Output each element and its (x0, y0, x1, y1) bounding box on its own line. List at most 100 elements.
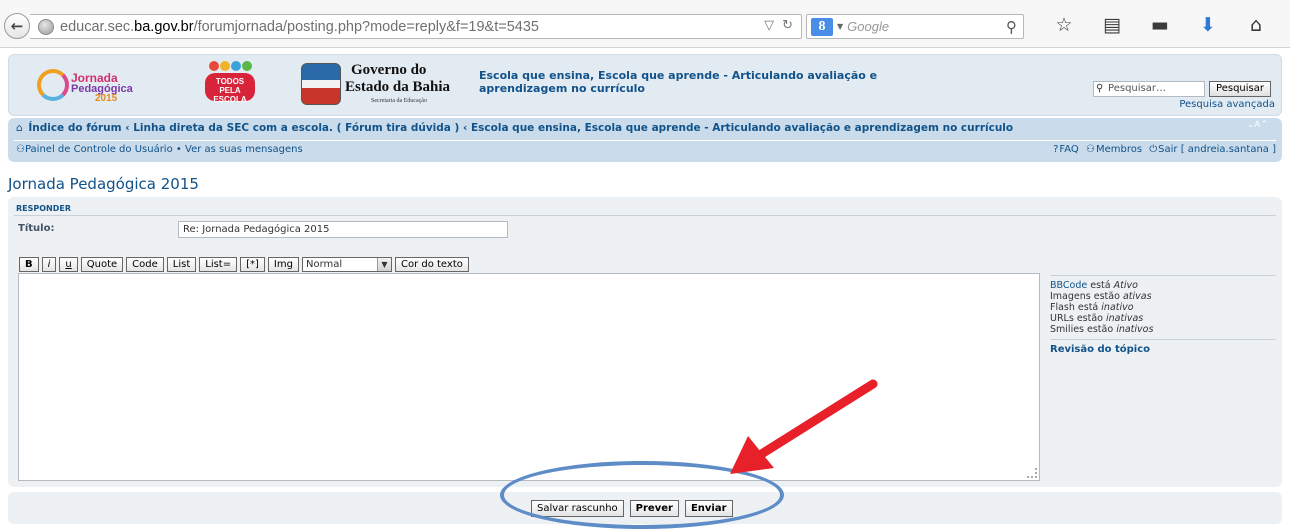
italic-button[interactable]: i (41, 257, 57, 272)
forum-search-button[interactable]: Pesquisar (1209, 81, 1271, 97)
quote-button[interactable]: Quote (80, 257, 124, 272)
images-status: Imagens estão ativas (1050, 291, 1276, 302)
logo-text: TODOS (215, 77, 245, 86)
search-placeholder: Pesquisar… (1108, 83, 1166, 94)
font-size-value: Normal (305, 259, 343, 270)
address-bar[interactable]: educar.sec.ba.gov.br/forumjornada/postin… (30, 14, 802, 39)
members-icon: ⚇ (1085, 144, 1095, 155)
ordered-list-button[interactable]: List= (199, 257, 238, 272)
title-label: Título: (18, 223, 55, 234)
logo-ring-icon (37, 69, 69, 101)
bbcode-link[interactable]: BBCode (1050, 280, 1087, 291)
user-icon: ⚇ (16, 144, 25, 155)
dropdown-icon[interactable]: ▽ (764, 18, 774, 33)
browser-toolbar: ← educar.sec.ba.gov.br/forumjornada/post… (0, 0, 1290, 48)
browser-toolbar-icons: ☆ ▤ ▬ ⬇ ⌂ (1040, 11, 1280, 39)
house-icon: ⌂ (16, 122, 23, 134)
logo-jornada-pedagogica[interactable]: Jornada Pedagógica 2015 (35, 65, 147, 105)
logo-heads-icon (201, 61, 259, 71)
title-input[interactable]: Re: Jornada Pedagógica 2015 (178, 221, 508, 238)
download-icon[interactable]: ⬇ (1184, 11, 1232, 39)
search-engine-icon[interactable]: 8 (811, 17, 833, 36)
status-value: Ativo (1113, 280, 1138, 291)
breadcrumb-text[interactable]: Índice do fórum ‹ Linha direta da SEC co… (28, 122, 1013, 134)
bbcode-toolbar: B i u Quote Code List List= [*] Img Norm… (19, 257, 469, 272)
image-button[interactable]: Img (267, 257, 299, 272)
status-text: Flash está (1050, 302, 1099, 313)
logo-text: Estado da Bahia (345, 79, 451, 95)
bbcode-status: BBCode está Ativo (1050, 280, 1276, 291)
reload-icon[interactable]: ↻ (782, 18, 793, 33)
faq-link[interactable]: FAQ (1059, 144, 1078, 155)
navbar: ⌂ Índice do fórum ‹ Linha direta da SEC … (8, 118, 1282, 162)
divider (14, 215, 1276, 216)
forum-search-input[interactable]: ⚲ Pesquisar… (1093, 81, 1206, 97)
logo-text: 2015 (95, 93, 118, 104)
status-text: Smilies estão (1050, 324, 1114, 335)
status-value: inativas (1106, 313, 1144, 324)
flash-status: Flash está inativo (1050, 302, 1276, 313)
divider (14, 140, 1276, 141)
logo-badge: TODOS PELA ESCOLA (205, 73, 255, 104)
topic-review-link[interactable]: Revisão do tópico (1050, 344, 1276, 355)
search-engine-name: Google (847, 19, 890, 34)
search-icon: ⚲ (1096, 83, 1104, 94)
coat-of-arms-icon (301, 63, 341, 105)
resize-handle[interactable] (1027, 468, 1037, 478)
bookmark-star-icon[interactable]: ☆ (1040, 11, 1088, 39)
message-textarea[interactable] (18, 273, 1040, 481)
reading-list-icon[interactable]: ▤ (1088, 11, 1136, 39)
font-size-toggle-icon[interactable]: ⌄A⌃ (1247, 120, 1268, 130)
nav-right-links: ?FAQ ⚇Membros ⏻Sair [ andreia.santana ] (1049, 144, 1276, 155)
separator: • (175, 144, 182, 155)
font-size-select[interactable]: Normal ▼ (301, 257, 392, 272)
logout-link[interactable]: Sair [ andreia.santana ] (1158, 144, 1276, 155)
chevron-down-icon[interactable]: ▼ (376, 258, 391, 271)
forum-header: Jornada Pedagógica 2015 TODOS PELA ESCOL… (8, 54, 1282, 116)
chevron-down-icon[interactable]: ▼ (837, 22, 843, 31)
list-button[interactable]: List (166, 257, 197, 272)
home-icon[interactable]: ⌂ (1232, 11, 1280, 39)
status-value: inativo (1101, 302, 1134, 313)
back-arrow-icon: ← (10, 17, 24, 35)
url-text[interactable]: educar.sec.ba.gov.br/forumjornada/postin… (60, 19, 539, 35)
status-value: inativos (1116, 324, 1154, 335)
highlight-ellipse (500, 461, 784, 529)
user-links: ⚇Painel de Controle do Usuário • Ver as … (16, 144, 303, 155)
divider (1050, 339, 1276, 340)
search-icon[interactable]: ⚲ (1006, 18, 1017, 36)
post-options-info: BBCode está Ativo Imagens estão ativas F… (1050, 275, 1276, 355)
logo-governo-bahia[interactable]: Governo do Estado da Bahia Secretaria da… (301, 61, 461, 111)
underline-button[interactable]: u (59, 257, 78, 272)
status-text: está (1090, 280, 1111, 291)
list-item-button[interactable]: [*] (240, 257, 265, 272)
smilies-status: Smilies estão inativos (1050, 324, 1276, 335)
section-label: RESPONDER (16, 204, 72, 213)
faq-icon: ? (1053, 144, 1059, 155)
bold-button[interactable]: B (19, 257, 39, 272)
ucp-link[interactable]: Painel de Controle do Usuário (25, 144, 173, 155)
folder-icon[interactable]: ▬ (1136, 11, 1184, 39)
power-icon: ⏻ (1149, 144, 1158, 155)
logo-todos-pela-escola[interactable]: TODOS PELA ESCOLA (201, 61, 259, 111)
globe-icon (38, 18, 54, 35)
logo-text: Governo do (351, 62, 427, 78)
back-button[interactable]: ← (4, 13, 30, 39)
url-actions: ▽ ↻ (764, 18, 793, 33)
messages-link[interactable]: Ver as suas mensagens (185, 144, 303, 155)
page-title[interactable]: Jornada Pedagógica 2015 (8, 175, 199, 193)
browser-search-box[interactable]: 8 ▼ Google ⚲ (806, 14, 1024, 39)
advanced-search-link[interactable]: Pesquisa avançada (1179, 99, 1275, 110)
forum-search: ⚲ Pesquisar… Pesquisar (1093, 81, 1271, 97)
site-description: Escola que ensina, Escola que aprende - … (479, 69, 878, 95)
members-link[interactable]: Membros (1096, 144, 1142, 155)
code-button[interactable]: Code (126, 257, 164, 272)
breadcrumb[interactable]: ⌂ Índice do fórum ‹ Linha direta da SEC … (16, 122, 1013, 134)
status-text: Imagens estão (1050, 291, 1120, 302)
text-color-button[interactable]: Cor do texto (394, 257, 469, 272)
logo-text: ESCOLA (213, 95, 247, 104)
post-form-panel: RESPONDER Título: Re: Jornada Pedagógica… (8, 197, 1282, 487)
logo-text: PELA (219, 86, 241, 95)
status-text: URLs estão (1050, 313, 1103, 324)
urls-status: URLs estão inativas (1050, 313, 1276, 324)
